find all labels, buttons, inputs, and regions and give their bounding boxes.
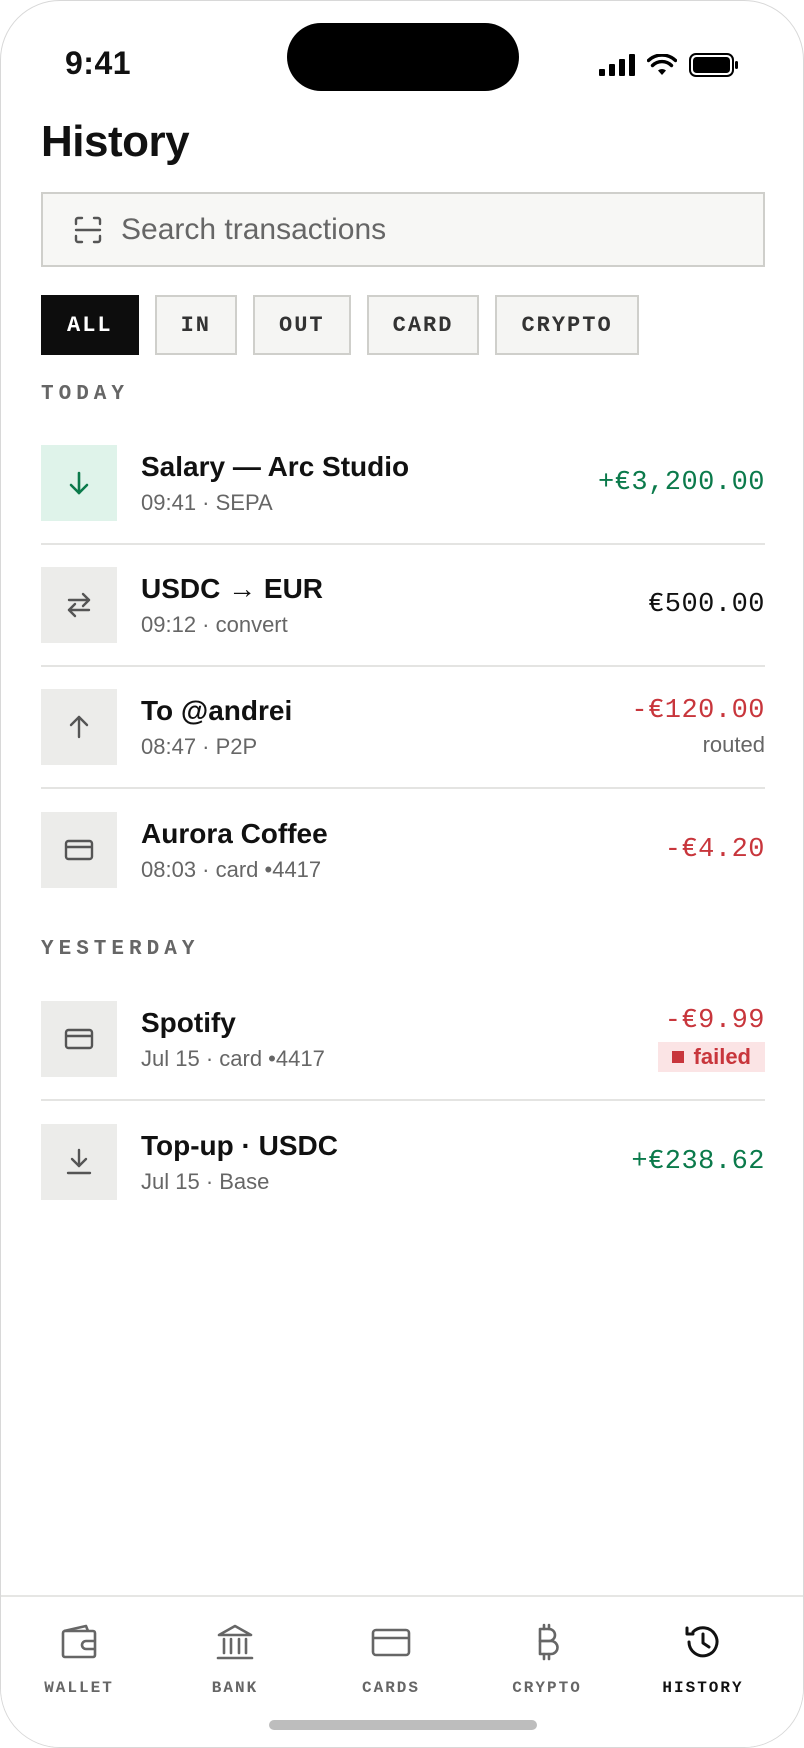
download-icon (41, 1124, 117, 1200)
status-icons (599, 53, 739, 77)
failed-square-icon (671, 1051, 684, 1063)
transaction-meta: Jul 15 · card •4417 (141, 1046, 325, 1071)
nav-item-history[interactable]: HISTORY (625, 1597, 781, 1747)
battery-icon (689, 53, 739, 77)
filter-out[interactable]: OUT (253, 295, 351, 355)
transaction-name: Spotify (141, 1007, 236, 1038)
transaction-meta: Jul 15 · Base (141, 1169, 270, 1194)
home-indicator[interactable] (269, 1720, 537, 1730)
transaction-meta: 09:41 · SEPA (141, 490, 273, 515)
search-input[interactable] (121, 199, 763, 260)
list-item[interactable]: Aurora Coffee 08:03 · card •4417 -€4.20 (41, 789, 765, 911)
filter-all[interactable]: ALL (41, 295, 139, 355)
transaction-name: Top-up · USDC (141, 1130, 338, 1161)
list-item[interactable]: Salary — Arc Studio 09:41 · SEPA +€3,200… (41, 423, 765, 545)
status-time: 9:41 (65, 45, 132, 81)
transaction-amount: +€3,200.00 (597, 468, 765, 498)
nav-label: CRYPTO (512, 1679, 582, 1697)
status-badge: failed (657, 1042, 765, 1072)
page-title: History (41, 117, 190, 166)
nav-label: CARDS (361, 1679, 420, 1697)
list-item[interactable]: USDC → EUR 09:12 · convert €500.00 (41, 545, 765, 667)
card-icon (370, 1619, 412, 1665)
section-label-today: TODAY (41, 383, 130, 406)
nav-label: WALLET (44, 1679, 114, 1697)
list-item[interactable]: Top-up · USDC Jul 15 · Base +€238.62 (41, 1101, 765, 1223)
nav-label: BANK (211, 1679, 259, 1697)
transaction-amount: -€9.99 (664, 1006, 765, 1036)
transaction-meta: 08:47 · P2P (141, 734, 258, 759)
transaction-name: Aurora Coffee (141, 818, 328, 849)
bitcoin-icon (526, 1619, 568, 1665)
transaction-amount: -€4.20 (664, 835, 765, 865)
transaction-amount: +€238.62 (631, 1147, 765, 1177)
transaction-note: routed (702, 732, 765, 757)
list-item[interactable]: To @andrei 08:47 · P2P -€120.00 routed (41, 667, 765, 789)
transaction-name: To @andrei (141, 695, 293, 726)
nav-item-wallet[interactable]: WALLET (1, 1597, 157, 1747)
card-icon (41, 1001, 117, 1077)
nav-label: HISTORY (662, 1679, 744, 1697)
cellular-signal-icon (599, 54, 635, 76)
bank-icon (214, 1619, 256, 1665)
arrow-up-icon (41, 689, 117, 765)
transaction-name: Salary — Arc Studio (141, 451, 410, 482)
swap-icon (41, 567, 117, 643)
wifi-icon (647, 54, 677, 76)
transaction-meta: 09:12 · convert (141, 612, 288, 637)
filter-chips: ALL IN OUT CARD CRYPTO (41, 295, 639, 355)
section-label-yesterday: YESTERDAY (41, 938, 200, 961)
transaction-meta: 08:03 · card •4417 (141, 857, 322, 882)
arrow-down-icon (41, 445, 117, 521)
filter-card[interactable]: CARD (366, 295, 480, 355)
transaction-name: USDC → EUR (141, 573, 324, 604)
filter-crypto[interactable]: CRYPTO (495, 295, 639, 355)
wallet-icon (58, 1619, 100, 1665)
list-item[interactable]: Spotify Jul 15 · card •4417 -€9.99 faile… (41, 979, 765, 1101)
dynamic-island (287, 23, 519, 91)
history-icon (682, 1619, 724, 1665)
search-bar[interactable] (41, 192, 765, 267)
filter-in[interactable]: IN (154, 295, 238, 355)
transaction-amount: -€120.00 (631, 696, 765, 726)
transaction-amount: €500.00 (648, 590, 765, 620)
scan-icon[interactable] (73, 215, 103, 245)
phone-screen: 9:41 History Search transactions ALL IN … (0, 0, 804, 1748)
status-badge-label: failed (693, 1044, 751, 1069)
card-icon (41, 812, 117, 888)
status-bar: 9:41 (1, 1, 803, 111)
